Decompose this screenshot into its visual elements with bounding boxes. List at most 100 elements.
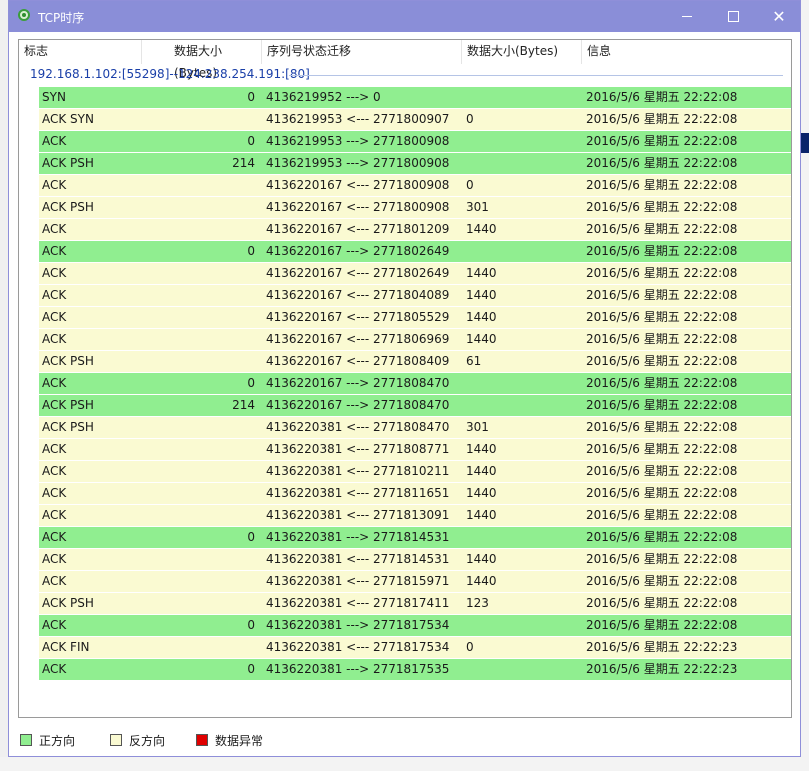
column-header-sequence[interactable]: 序列号状态迁移: [262, 40, 462, 64]
column-header-flag[interactable]: 标志: [19, 40, 142, 64]
cell-size-forward: [159, 175, 255, 196]
cell-sequence: 4136220167 <--- 2771800908: [266, 200, 450, 214]
maximize-icon: [727, 10, 739, 22]
cell-flag: ACK PSH: [42, 200, 94, 214]
column-header-size-forward[interactable]: 数据大小(Bytes): [142, 40, 262, 80]
cell-info: 2016/5/6 星期五 22:22:08: [586, 266, 738, 280]
cell-size-reverse: 1440: [466, 574, 497, 588]
table-row[interactable]: ACK PSH 4136220167 <--- 2771800908 301 2016…: [39, 197, 791, 218]
table-row[interactable]: ACK 4136220167 <--- 2771801209 1440 2016/5/…: [39, 219, 791, 240]
table-row[interactable]: ACK PSH 4136220167 <--- 2771808409 61 2016/…: [39, 351, 791, 372]
cell-size-forward: 214: [232, 398, 255, 412]
cell-sequence: 4136220167 <--- 2771801209: [266, 222, 450, 236]
cell-info: 2016/5/6 星期五 22:22:08: [586, 596, 738, 610]
cell-size-forward: [159, 351, 255, 372]
cell-size-forward: [159, 505, 255, 526]
cell-info: 2016/5/6 星期五 22:22:08: [586, 574, 738, 588]
table-row[interactable]: SYN 0 4136219952 ---> 0 2016/5/6 星期五 22:22:…: [39, 87, 791, 108]
cell-size-forward: 0: [247, 530, 255, 544]
cell-info: 2016/5/6 星期五 22:22:08: [586, 178, 738, 192]
title-bar[interactable]: TCP时序 ✕: [9, 1, 800, 32]
cell-info: 2016/5/6 星期五 22:22:08: [586, 508, 738, 522]
table-row[interactable]: ACK 4136220381 <--- 2771815971 1440 2016/5/…: [39, 571, 791, 592]
cell-size-forward: [159, 285, 255, 306]
cell-size-reverse: 1440: [466, 288, 497, 302]
cell-flag: ACK: [42, 266, 67, 280]
cell-info: 2016/5/6 星期五 22:22:08: [586, 222, 738, 236]
cell-sequence: 4136220167 <--- 2771805529: [266, 310, 450, 324]
cell-size-forward: 0: [247, 618, 255, 632]
cell-size-reverse: 0: [466, 112, 474, 126]
cell-sequence: 4136220381 <--- 2771817411: [266, 596, 450, 610]
tcp-sequence-list[interactable]: 标志 数据大小(Bytes) 序列号状态迁移 数据大小(Bytes) 信息 19…: [18, 39, 792, 718]
table-row[interactable]: ACK PSH 214 4136220167 ---> 2771808470 2016…: [39, 395, 791, 416]
window-title: TCP时序: [38, 11, 85, 25]
cell-size-reverse: 1440: [466, 310, 497, 324]
cell-info: 2016/5/6 星期五 22:22:08: [586, 244, 738, 258]
cell-size-forward: [159, 549, 255, 570]
table-row[interactable]: ACK PSH 4136220381 <--- 2771817411 123 2016…: [39, 593, 791, 614]
cell-size-forward: 0: [247, 90, 255, 104]
connection-group-header[interactable]: 192.168.1.102:[55298]--124.238.254.191:[…: [30, 67, 310, 81]
cell-flag: ACK: [42, 376, 67, 390]
table-row[interactable]: ACK 0 4136220167 ---> 2771802649 2016/5/6 星…: [39, 241, 791, 262]
cell-info: 2016/5/6 星期五 22:22:08: [586, 354, 738, 368]
cell-flag: ACK: [42, 332, 67, 346]
cell-info: 2016/5/6 星期五 22:22:08: [586, 134, 738, 148]
cell-size-forward: [159, 593, 255, 614]
cell-sequence: 4136220381 <--- 2771813091: [266, 508, 450, 522]
cell-size-forward: 0: [247, 662, 255, 676]
cell-sequence: 4136220167 <--- 2771808409: [266, 354, 450, 368]
cell-flag: ACK: [42, 244, 67, 258]
table-row[interactable]: ACK 4136220167 <--- 2771805529 1440 2016/5/…: [39, 307, 791, 328]
cell-sequence: 4136220381 <--- 2771808470: [266, 420, 450, 434]
cell-sequence: 4136220381 <--- 2771811651: [266, 486, 450, 500]
background-app-right-edge: [801, 0, 809, 771]
minimize-button[interactable]: [664, 1, 710, 32]
cell-flag: ACK: [42, 310, 67, 324]
background-selected-row: [801, 133, 809, 153]
table-row[interactable]: ACK 0 4136220167 ---> 2771808470 2016/5/6 星…: [39, 373, 791, 394]
column-header-size-reverse[interactable]: 数据大小(Bytes): [462, 40, 582, 64]
cell-sequence: 4136220167 <--- 2771802649: [266, 266, 450, 280]
table-row[interactable]: ACK 4136220381 <--- 2771814531 1440 2016/5/…: [39, 549, 791, 570]
table-row[interactable]: ACK 4136220381 <--- 2771808771 1440 2016/5/…: [39, 439, 791, 460]
column-header-info[interactable]: 信息: [582, 40, 791, 64]
table-row[interactable]: ACK 0 4136220381 ---> 2771817534 2016/5/6 星…: [39, 615, 791, 636]
cell-flag: ACK PSH: [42, 156, 94, 170]
cell-sequence: 4136219953 ---> 2771800908: [266, 156, 450, 170]
cell-info: 2016/5/6 星期五 22:22:08: [586, 376, 738, 390]
cell-size-forward: [159, 109, 255, 130]
cell-size-reverse: 123: [466, 596, 489, 610]
cell-sequence: 4136220167 ---> 2771808470: [266, 376, 450, 390]
table-row[interactable]: ACK 0 4136219953 ---> 2771800908 2016/5/6 星…: [39, 131, 791, 152]
cell-size-forward: [159, 439, 255, 460]
table-row[interactable]: ACK SYN 4136219953 <--- 2771800907 0 2016/5…: [39, 109, 791, 130]
table-row[interactable]: ACK PSH 4136220381 <--- 2771808470 301 2016…: [39, 417, 791, 438]
table-row[interactable]: ACK 4136220381 <--- 2771813091 1440 2016/5/…: [39, 505, 791, 526]
cell-size-reverse: 1440: [466, 442, 497, 456]
table-row[interactable]: ACK 4136220381 <--- 2771811651 1440 2016/5/…: [39, 483, 791, 504]
cell-size-reverse: 301: [466, 420, 489, 434]
cell-flag: ACK PSH: [42, 398, 94, 412]
table-row[interactable]: ACK 4136220167 <--- 2771804089 1440 2016/5/…: [39, 285, 791, 306]
table-row[interactable]: ACK 0 4136220381 ---> 2771817535 2016/5/6 星…: [39, 659, 791, 680]
table-row[interactable]: ACK 4136220167 <--- 2771800908 0 2016/5/6 星…: [39, 175, 791, 196]
cell-size-forward: 0: [247, 376, 255, 390]
close-button[interactable]: ✕: [756, 1, 802, 32]
cell-sequence: 4136220381 ---> 2771817535: [266, 662, 450, 676]
table-row[interactable]: ACK FIN 4136220381 <--- 2771817534 0 2016/5…: [39, 637, 791, 658]
cell-flag: ACK FIN: [42, 640, 90, 654]
cell-size-forward: [159, 637, 255, 658]
table-row[interactable]: ACK 4136220167 <--- 2771806969 1440 2016/5/…: [39, 329, 791, 350]
table-row[interactable]: ACK 0 4136220381 ---> 2771814531 2016/5/6 星…: [39, 527, 791, 548]
table-row[interactable]: ACK 4136220167 <--- 2771802649 1440 2016/5/…: [39, 263, 791, 284]
maximize-button[interactable]: [710, 1, 756, 32]
cell-info: 2016/5/6 星期五 22:22:08: [586, 618, 738, 632]
table-row[interactable]: ACK 4136220381 <--- 2771810211 1440 2016/5/…: [39, 461, 791, 482]
cell-size-forward: [159, 483, 255, 504]
cell-flag: ACK: [42, 464, 67, 478]
cell-info: 2016/5/6 星期五 22:22:08: [586, 310, 738, 324]
cell-size-forward: [159, 219, 255, 240]
table-row[interactable]: ACK PSH 214 4136219953 ---> 2771800908 2016…: [39, 153, 791, 174]
